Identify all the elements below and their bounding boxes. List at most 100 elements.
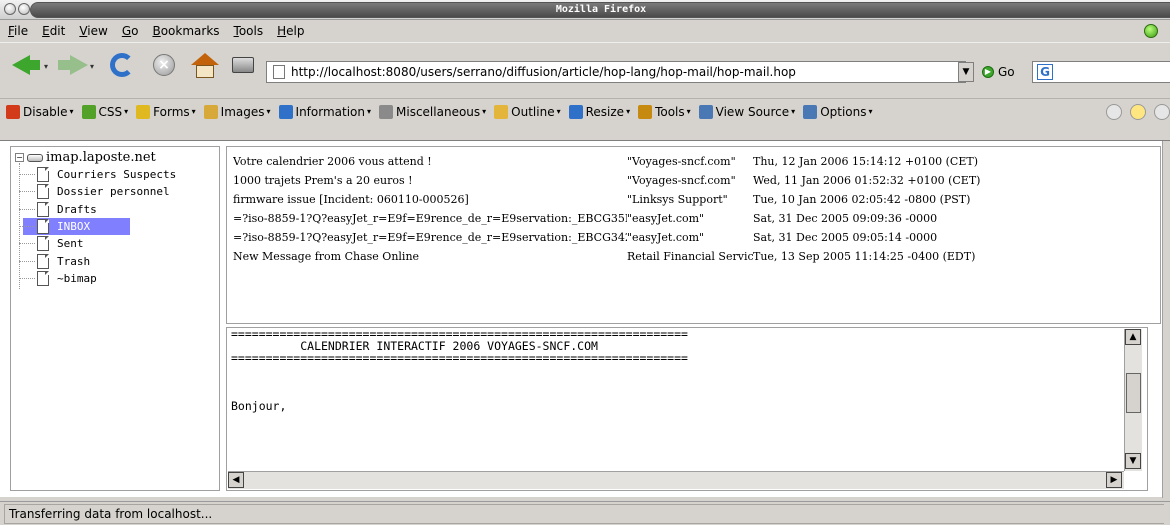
folder-document-icon	[37, 218, 49, 234]
css-valid-icon[interactable]	[1106, 104, 1122, 120]
message-row[interactable]: 1000 trajets Prem's a 20 euros ! "Voyages…	[233, 171, 1153, 190]
window-title: Mozilla Firefox	[555, 4, 647, 15]
page-scrollbar[interactable]	[1162, 141, 1170, 498]
forms-icon	[136, 104, 151, 119]
status-text: Transferring data from localhost...	[4, 503, 1164, 524]
minimize-window-icon[interactable]	[18, 3, 30, 15]
url-dropdown-icon[interactable]: ▼	[958, 62, 974, 82]
devtool-forms-menu[interactable]: Forms ▾	[136, 104, 196, 119]
stop-icon[interactable]: ×	[148, 49, 182, 81]
folder-label: Trash	[57, 254, 91, 268]
devtool-disable-menu[interactable]: Disable ▾	[6, 104, 74, 119]
devtool-tools-menu[interactable]: Tools ▾	[638, 104, 691, 119]
print-icon[interactable]	[226, 49, 260, 81]
devtool-information-menu[interactable]: Information ▾	[278, 104, 371, 119]
tools-icon	[638, 104, 653, 119]
message-row[interactable]: Votre calendrier 2006 vous attend ! "Voya…	[233, 152, 1153, 171]
page-content: − imap.laposte.net Courriers Suspects Dos…	[0, 140, 1170, 498]
images-icon	[203, 104, 218, 119]
devtool-status-icons	[1106, 104, 1170, 120]
search-box[interactable]: G	[1032, 61, 1170, 83]
back-arrow-icon[interactable]	[8, 49, 42, 81]
extra-status-icon[interactable]	[1154, 104, 1170, 120]
status-bar: Transferring data from localhost...	[0, 501, 1170, 525]
devtool-outline-menu[interactable]: Outline ▾	[494, 104, 561, 119]
account-node[interactable]: − imap.laposte.net	[15, 150, 156, 165]
forward-arrow-icon[interactable]	[54, 49, 88, 81]
url-bar[interactable]	[266, 61, 966, 83]
devtool-resize-menu[interactable]: Resize ▾	[568, 104, 630, 119]
devtool-options-menu[interactable]: Options ▾	[803, 104, 873, 119]
close-window-icon[interactable]	[4, 3, 16, 15]
message-row[interactable]: New Message from Chase Online Retail Fina…	[233, 247, 1153, 266]
scroll-down-icon[interactable]: ▼	[1125, 453, 1141, 469]
back-dropdown-icon[interactable]: ▾	[44, 62, 48, 71]
message-body: ========================================…	[231, 327, 688, 413]
window-buttons	[4, 3, 30, 15]
message-subject: Votre calendrier 2006 vous attend !	[233, 155, 432, 168]
dropdown-caret-icon: ▾	[556, 107, 561, 116]
tree-branch-line	[19, 260, 35, 262]
tree-branch-line	[19, 174, 35, 175]
menu-file[interactable]: File	[8, 24, 28, 38]
menu-help[interactable]: Help	[277, 24, 304, 38]
message-date: Wed, 11 Jan 2006 01:52:32 +0100 (CET)	[753, 174, 981, 187]
message-from: Retail Financial Services	[627, 250, 753, 263]
folder-document-icon	[37, 184, 49, 200]
folder-item[interactable]: Courriers Suspects	[19, 166, 178, 183]
devtool-view-source-menu[interactable]: View Source ▾	[698, 104, 795, 119]
message-row[interactable]: =?iso-8859-1?Q?easyJet_r=E9f=E9rence_de_…	[233, 209, 1153, 228]
menu-tools[interactable]: Tools	[234, 24, 264, 38]
navigation-bar: ▾ ▾ × ▼ ▶ Go G	[0, 42, 1170, 86]
message-date: Tue, 10 Jan 2006 02:05:42 -0800 (PST)	[753, 193, 971, 206]
info-status-icon[interactable]	[1130, 104, 1146, 120]
devtool-images-menu[interactable]: Images ▾	[203, 104, 271, 119]
scroll-up-icon[interactable]: ▲	[1125, 329, 1141, 345]
message-body-pane: ========================================…	[226, 327, 1148, 491]
home-icon[interactable]	[188, 49, 222, 81]
message-from: "Voyages-sncf.com"	[627, 174, 736, 187]
google-search-icon: G	[1037, 64, 1053, 80]
view-source-icon	[698, 104, 713, 119]
devtool-label: Images	[220, 104, 265, 119]
folder-document-icon	[37, 236, 49, 252]
devtool-label: Tools	[655, 104, 685, 119]
message-row[interactable]: =?iso-8859-1?Q?easyJet_r=E9f=E9rence_de_…	[233, 228, 1153, 247]
folder-item[interactable]: ~bimap	[19, 270, 99, 287]
reload-icon[interactable]	[106, 49, 140, 81]
scroll-right-icon[interactable]: ▶	[1106, 472, 1122, 488]
go-button[interactable]: ▶ Go	[982, 62, 1015, 82]
message-row[interactable]: firmware issue [Incident: 060110-000526]…	[233, 190, 1153, 209]
title-pill: Mozilla Firefox	[30, 2, 1170, 18]
devtool-css-menu[interactable]: CSS ▾	[81, 104, 128, 119]
folder-item[interactable]: Trash	[19, 253, 92, 270]
forward-dropdown-icon[interactable]: ▾	[90, 62, 94, 71]
message-list: Votre calendrier 2006 vous attend ! "Voya…	[226, 146, 1161, 324]
menu-view[interactable]: View	[79, 24, 107, 38]
vertical-scroll-thumb[interactable]	[1126, 373, 1141, 413]
folder-label: INBOX	[55, 219, 93, 233]
folder-item[interactable]: Dossier personnel	[19, 183, 172, 200]
menu-go[interactable]: Go	[122, 24, 139, 38]
folder-item[interactable]: Sent	[19, 235, 86, 252]
tree-branch-line	[19, 243, 35, 245]
folder-item[interactable]: INBOX	[19, 217, 130, 235]
information-icon	[278, 104, 293, 119]
folder-document-icon	[37, 167, 49, 182]
tree-branch-line	[19, 277, 35, 279]
devtool-miscellaneous-menu[interactable]: Miscellaneous ▾	[379, 104, 486, 119]
menu-edit[interactable]: Edit	[42, 24, 65, 38]
scroll-left-icon[interactable]: ◀	[228, 472, 244, 488]
horizontal-scrollbar[interactable]: ◀ ▶	[228, 471, 1124, 489]
message-subject: =?iso-8859-1?Q?easyJet_r=E9f=E9rence_de_…	[233, 212, 627, 225]
menu-bookmarks[interactable]: Bookmarks	[152, 24, 219, 38]
vertical-scrollbar[interactable]: ▲ ▼	[1124, 329, 1142, 471]
message-date: Sat, 31 Dec 2005 09:05:14 -0000	[753, 231, 938, 244]
disable-icon	[6, 104, 20, 119]
tree-branch-line	[19, 225, 35, 227]
message-date: Thu, 12 Jan 2006 15:14:12 +0100 (CET)	[753, 155, 979, 168]
message-subject: =?iso-8859-1?Q?easyJet_r=E9f=E9rence_de_…	[233, 231, 627, 244]
collapse-icon[interactable]: −	[15, 153, 24, 162]
url-input[interactable]	[291, 65, 931, 79]
folder-item[interactable]: Drafts	[19, 201, 99, 218]
